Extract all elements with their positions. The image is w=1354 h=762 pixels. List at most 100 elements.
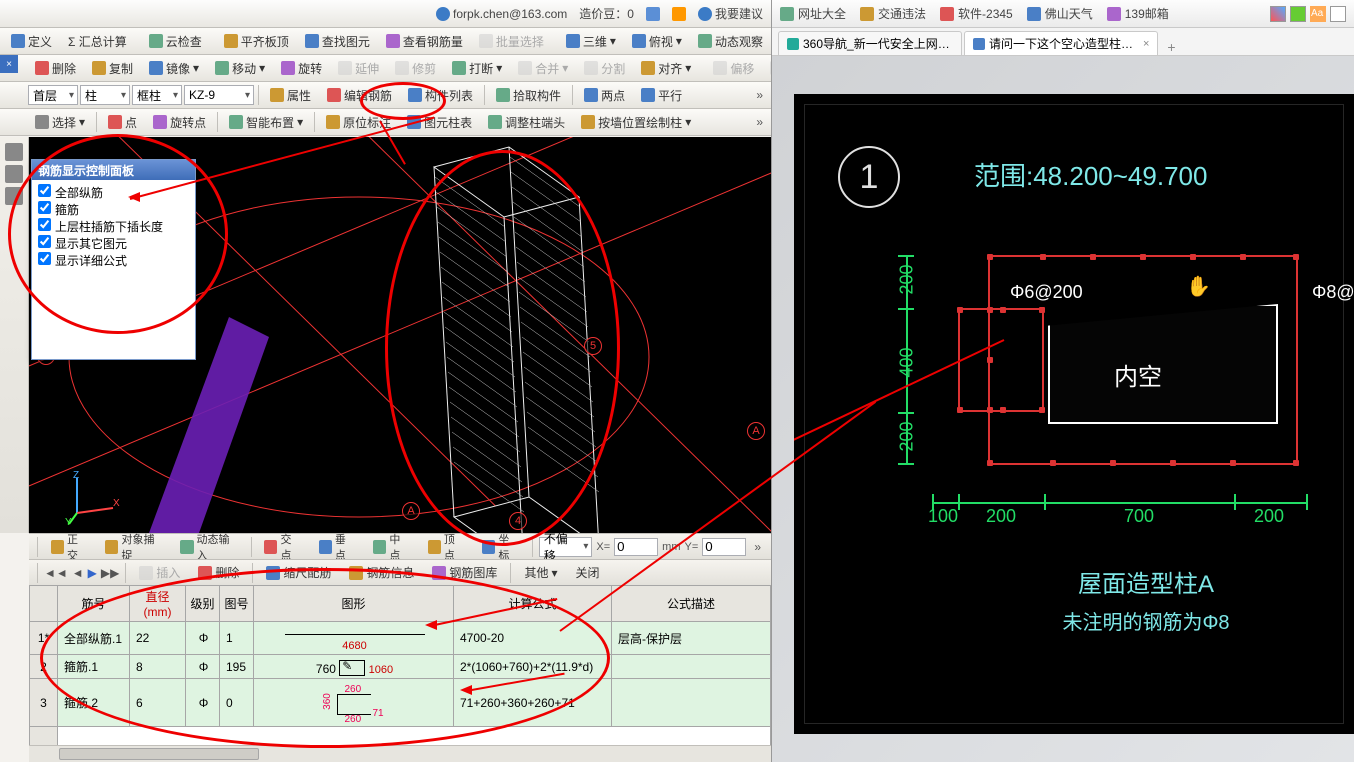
offset-mode-dropdown[interactable]: 不偏移 (539, 537, 593, 557)
vs-icon-1[interactable] (5, 143, 23, 161)
align-button[interactable]: 对齐 ▾ (634, 57, 698, 79)
3d-dropdown[interactable]: 三维 ▾ (559, 30, 623, 52)
delete-button[interactable]: 删除 (28, 57, 83, 79)
id-dropdown[interactable]: KZ-9 (184, 85, 254, 105)
book-icon[interactable] (1290, 6, 1306, 22)
top-view-dropdown[interactable]: 俯视 ▾ (625, 30, 689, 52)
col-tuhao[interactable]: 图号 (220, 586, 254, 622)
fav-soft[interactable]: 软件-2345 (940, 5, 1013, 22)
table-row[interactable]: 2 箍筋.1 8 Φ 195 760 ✎ 1060 2*(1060+760)+2… (30, 655, 771, 679)
tab-1[interactable]: 360导航_新一代安全上网导航 (778, 31, 962, 55)
y-input[interactable] (702, 538, 746, 556)
obj-snap-toggle[interactable]: 对象捕捉 (98, 537, 169, 557)
point-button[interactable]: 点 (101, 111, 144, 133)
dyn-input-toggle[interactable]: 动态输入 (173, 537, 244, 557)
dyninput-icon (180, 540, 193, 554)
category-dropdown[interactable]: 柱 (80, 85, 130, 105)
adjust-end-button[interactable]: 调整柱端头 (481, 111, 572, 133)
toolbar-expand-3[interactable]: » (752, 88, 767, 102)
tbl-delete-button[interactable]: 删除 (191, 562, 246, 584)
scrollbar-thumb[interactable] (59, 748, 259, 760)
table-row[interactable]: 3 箍筋.2 6 Φ 0 260 360 260 71 (30, 679, 771, 727)
snap-mid[interactable]: 中点 (366, 537, 416, 557)
table-row-empty[interactable] (30, 727, 771, 746)
toolbar-expand-4[interactable]: » (752, 115, 767, 129)
col-level[interactable]: 级别 (186, 586, 220, 622)
fav-all[interactable]: 网址大全 (780, 5, 846, 22)
snap-intersection[interactable]: 交点 (257, 537, 307, 557)
move-button[interactable]: 移动 ▾ (208, 57, 272, 79)
rebar-info-button[interactable]: 钢筋信息 (342, 562, 421, 584)
page-icon (973, 38, 985, 50)
tab-2[interactable]: 请问一下这个空心造型柱怎么布 × (964, 31, 1158, 55)
chk-upper-insert[interactable]: 上层柱插筋下插长度 (38, 218, 189, 235)
cloud-check-button[interactable]: 云检查 (142, 30, 209, 52)
toolbar-context: 首层 柱 框柱 KZ-9 属性 编辑钢筋 构件列表 拾取构件 两点 平行 » (0, 82, 771, 109)
other-dropdown[interactable]: 其他 ▾ (517, 562, 564, 584)
table-row[interactable]: 1* 全部纵筋.1 22 Φ 1 4680 4700-20 层高-保护层 (30, 622, 771, 655)
tab-close-icon[interactable]: × (1143, 38, 1149, 50)
feedback-link[interactable]: 我要建议 (698, 5, 763, 22)
chk-stirrup[interactable]: 箍筋 (38, 201, 189, 218)
select-button[interactable]: 选择 ▾ (28, 111, 92, 133)
col-desc[interactable]: 公式描述 (612, 586, 771, 622)
col-diameter[interactable]: 直径(mm) (130, 586, 186, 622)
col-name[interactable]: 筋号 (58, 586, 130, 622)
horizontal-scrollbar[interactable] (29, 745, 771, 762)
rotate-point-button[interactable]: 旋转点 (146, 111, 213, 133)
find-unit-button[interactable]: 查找图元 (298, 30, 377, 52)
x-input[interactable] (614, 538, 658, 556)
vs-icon-3[interactable] (5, 187, 23, 205)
draw-by-wall-dropdown[interactable]: 按墙位置绘制柱 ▾ (574, 111, 698, 133)
app-left-panel: forpk.chen@163.com 造价豆：0 我要建议 定义 Σ 汇总计算 … (0, 0, 771, 762)
panel-title[interactable]: 钢筋显示控制面板 (32, 160, 195, 180)
snapbar-expand[interactable]: » (750, 540, 765, 554)
rebar-display-panel[interactable]: 钢筋显示控制面板 全部纵筋 箍筋 上层柱插筋下插长度 显示其它图元 显示详细公式 (31, 159, 196, 360)
smart-layout-dropdown[interactable]: 智能布置 ▾ (222, 111, 310, 133)
properties-button[interactable]: 属性 (263, 84, 318, 106)
close-table-button[interactable]: 关闭 (568, 562, 606, 584)
rotate-button[interactable]: 旋转 (274, 57, 329, 79)
align2-icon (641, 61, 655, 75)
vs-icon-2[interactable] (5, 165, 23, 183)
parallel-button[interactable]: 平行 (634, 84, 689, 106)
floor-dropdown[interactable]: 首层 (28, 85, 78, 105)
del2-icon (198, 566, 212, 580)
mirror-button[interactable]: 镜像 ▾ (142, 57, 206, 79)
add-tab-button[interactable]: + (1160, 39, 1182, 55)
fav-traffic[interactable]: 交通违法 (860, 5, 926, 22)
rebar-lib-button[interactable]: 钢筋图库 (425, 562, 504, 584)
copy-button[interactable]: 复制 (85, 57, 140, 79)
more-icon[interactable] (1330, 6, 1346, 22)
edit-rebar-button[interactable]: 编辑钢筋 (320, 84, 399, 106)
two-point-button[interactable]: 两点 (577, 84, 632, 106)
align-top-button[interactable]: 平齐板顶 (217, 30, 296, 52)
chk-show-other[interactable]: 显示其它图元 (38, 235, 189, 252)
rebar-table[interactable]: 筋号 直径(mm) 级别 图号 图形 计算公式 公式描述 1* 全部纵筋.1 2… (29, 585, 771, 745)
break-button[interactable]: 打断 ▾ (445, 57, 509, 79)
ortho-toggle[interactable]: 正交 (44, 537, 94, 557)
define-button[interactable]: 定义 (4, 30, 59, 52)
chk-all-long[interactable]: 全部纵筋 (38, 184, 189, 201)
col-shape[interactable]: 图形 (254, 586, 454, 622)
component-list-button[interactable]: 构件列表 (401, 84, 480, 106)
scale-rebar-button[interactable]: 缩尺配筋 (259, 562, 338, 584)
pick-component-button[interactable]: 拾取构件 (489, 84, 568, 106)
fav-weather[interactable]: 佛山天气 (1027, 5, 1093, 22)
type-dropdown[interactable]: 框柱 (132, 85, 182, 105)
panel-close-x[interactable]: × (0, 55, 18, 73)
sigma-button[interactable]: Σ 汇总计算 (61, 30, 134, 52)
view-rebar-button[interactable]: 查看钢筋量 (379, 30, 470, 52)
snap-vertex[interactable]: 顶点 (421, 537, 471, 557)
snap-perp[interactable]: 垂点 (312, 537, 362, 557)
browser-tabs: 360导航_新一代安全上网导航 请问一下这个空心造型柱怎么布 × + (772, 28, 1354, 56)
chk-show-formula[interactable]: 显示详细公式 (38, 252, 189, 269)
aa-icon[interactable]: Aa (1310, 6, 1326, 22)
drawing-photo[interactable]: 1 范围:48.200~49.700 内空 ✋ Φ6@200 Φ8@20 (794, 94, 1354, 734)
dynamic-observe-button[interactable]: 动态观察 (691, 30, 770, 52)
snap-coord[interactable]: 坐标 (475, 537, 525, 557)
flask-icon[interactable] (646, 7, 660, 21)
fav-mail[interactable]: 139邮箱 (1107, 5, 1169, 22)
bulb-icon[interactable] (672, 7, 686, 21)
grid-icon[interactable] (1270, 6, 1286, 22)
